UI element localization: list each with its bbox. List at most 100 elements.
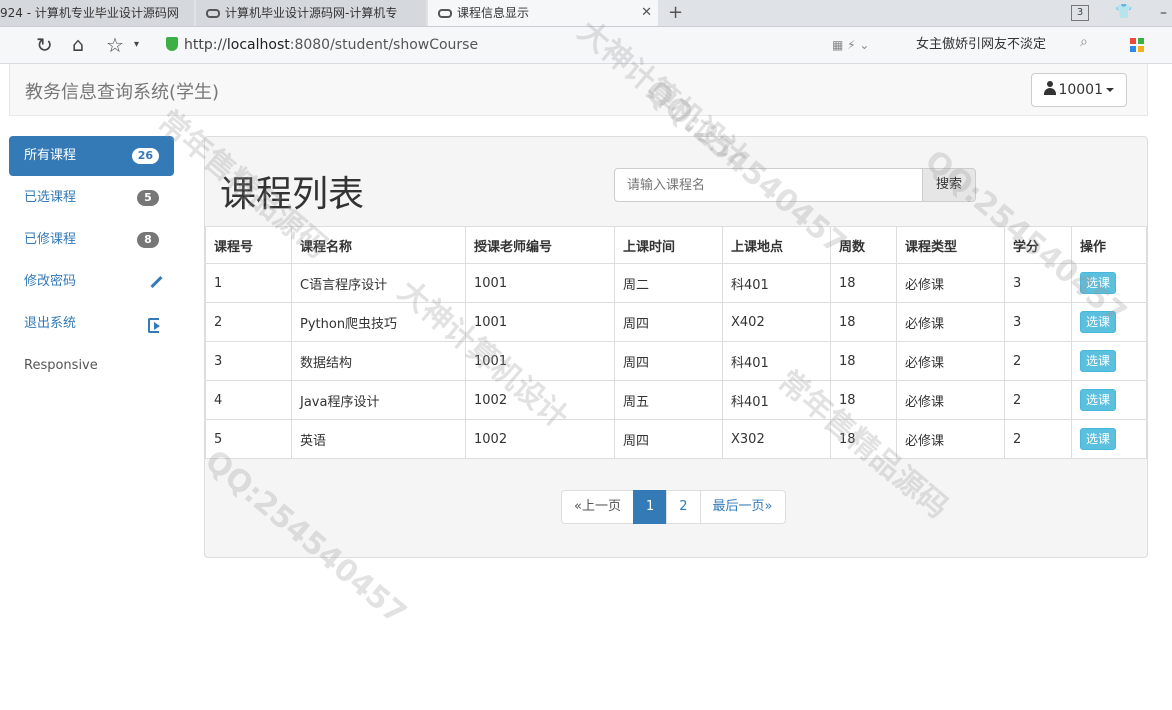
column-header: 课程号 (205, 226, 292, 264)
sidebar-item-completed-courses[interactable]: 已修课程 8 (9, 220, 174, 260)
cell: C语言程序设计 (291, 263, 466, 303)
sidebar-item-label: 修改密码 (24, 274, 77, 289)
qr-and-lightning-icons[interactable]: ▦ ⚡ ⌄ (832, 35, 869, 55)
cell: 4 (205, 380, 292, 420)
cell: X402 (722, 302, 831, 342)
search-icon[interactable]: ⌕ (1080, 34, 1088, 50)
select-course-button[interactable]: 选课 (1080, 389, 1117, 411)
new-tab-icon[interactable]: + (668, 0, 683, 26)
select-course-button[interactable]: 选课 (1080, 428, 1117, 450)
cell: 2 (1004, 419, 1072, 459)
cell: 2 (1004, 380, 1072, 420)
cell: X302 (722, 419, 831, 459)
page-link[interactable]: 2 (666, 490, 701, 524)
cell: 18 (830, 263, 897, 303)
table-row: 3 数据结构 1001 周四 科401 18 必修课 2 选课 (205, 341, 1147, 381)
table-row: 2 Python爬虫技巧 1001 周四 X402 18 必修课 3 选课 (205, 302, 1147, 342)
cell: 周四 (614, 341, 723, 381)
search-button[interactable]: 搜索 (922, 168, 976, 202)
sidebar-item-label: Responsive (24, 358, 98, 373)
cell: 数据结构 (291, 341, 466, 381)
browser-tab-strip: 924 - 计算机专业毕业设计源码网 计算机毕业设计源码网-计算机专 课程信息显… (0, 0, 1172, 27)
address-bar[interactable]: http://localhost:8080/student/showCourse (166, 35, 478, 55)
app-brand[interactable]: 教务信息查询系统(学生) (25, 78, 219, 104)
course-table: 课程号 课程名称 授课老师编号 上课时间 上课地点 周数 课程类型 学分 操作 … (205, 226, 1147, 459)
url-path: :8080/student/showCourse (289, 37, 479, 53)
cell: 18 (830, 419, 897, 459)
browser-tab[interactable]: 计算机毕业设计源码网-计算机专 (196, 0, 426, 26)
logout-icon (148, 318, 160, 333)
cell: 18 (830, 302, 897, 342)
cell: 3 (205, 341, 292, 381)
sidebar-item-label: 已选课程 (24, 190, 77, 205)
course-list-panel: 课程列表 搜索 课程号 课程名称 授课老师编号 上课时间 上课地点 周数 课程类… (204, 136, 1148, 558)
table-header-row: 课程号 课程名称 授课老师编号 上课时间 上课地点 周数 课程类型 学分 操作 (205, 226, 1147, 264)
cell: 1001 (465, 263, 615, 303)
column-header: 授课老师编号 (465, 226, 615, 264)
tab-label: 计算机毕业设计源码网-计算机专 (225, 6, 398, 20)
cell: 周二 (614, 263, 723, 303)
browser-search-field[interactable]: 女主傲娇引网友不淡定 (916, 35, 1046, 55)
user-menu-button[interactable]: 10001 (1031, 73, 1127, 107)
sidebar-item-all-courses[interactable]: 所有课程 26 (9, 136, 174, 176)
skin-icon[interactable]: 👕 (1115, 4, 1132, 20)
url-host: localhost (226, 37, 290, 53)
column-header: 周数 (830, 226, 897, 264)
app-navbar: 教务信息查询系统(学生) 10001 (9, 64, 1148, 116)
cell: 18 (830, 341, 897, 381)
tab-label: 924 - 计算机专业毕业设计源码网 (0, 6, 179, 20)
sidebar-item-selected-courses[interactable]: 已选课程 5 (9, 178, 174, 218)
page-icon (438, 9, 452, 18)
page-link-current[interactable]: 1 (632, 490, 668, 524)
url-protocol: http:// (184, 37, 227, 53)
favorite-star-icon[interactable]: ☆ (106, 27, 124, 63)
sidebar-item-logout[interactable]: 退出系统 (9, 304, 174, 344)
prev-page-link[interactable]: «上一页 (561, 490, 634, 524)
chevron-down-icon[interactable]: ▾ (134, 27, 139, 63)
column-header: 上课地点 (722, 226, 831, 264)
select-course-button[interactable]: 选课 (1080, 311, 1117, 333)
user-id: 10001 (1058, 82, 1103, 98)
cell: 英语 (291, 419, 466, 459)
select-course-button[interactable]: 选课 (1080, 350, 1117, 372)
column-header: 课程名称 (291, 226, 466, 264)
cell: 2 (1004, 341, 1072, 381)
reload-icon[interactable]: ↻ (36, 27, 53, 63)
cell: 必修课 (896, 341, 1005, 381)
cell: 选课 (1071, 341, 1147, 381)
pagination: «上一页 1 2 最后一页» (561, 490, 786, 524)
table-row: 1 C语言程序设计 1001 周二 科401 18 必修课 3 选课 (205, 263, 1147, 303)
sidebar-nav: 所有课程 26 已选课程 5 已修课程 8 修改密码 退出系统 Responsi… (9, 136, 174, 388)
cell: 1001 (465, 341, 615, 381)
cell: 1 (205, 263, 292, 303)
cell: 科401 (722, 263, 831, 303)
cell: 周四 (614, 419, 723, 459)
sidebar-item-label: 已修课程 (24, 232, 77, 247)
page-title: 课程列表 (220, 174, 365, 215)
tab-count-badge[interactable]: 3 (1071, 5, 1089, 21)
minimize-icon[interactable]: – (1160, 0, 1167, 26)
close-tab-icon[interactable]: ✕ (641, 0, 652, 26)
apps-grid-icon[interactable] (1130, 38, 1144, 52)
sidebar-item-label: 退出系统 (24, 316, 77, 331)
cell: Python爬虫技巧 (291, 302, 466, 342)
table-row: 5 英语 1002 周四 X302 18 必修课 2 选课 (205, 419, 1147, 459)
cell: 必修课 (896, 302, 1005, 342)
course-search-input[interactable] (614, 168, 923, 202)
cell: 周五 (614, 380, 723, 420)
last-page-link[interactable]: 最后一页» (699, 490, 786, 524)
cell: 1002 (465, 419, 615, 459)
column-header: 学分 (1004, 226, 1072, 264)
column-header: 上课时间 (614, 226, 723, 264)
sidebar-item-label: 所有课程 (24, 148, 77, 163)
cell: 选课 (1071, 380, 1147, 420)
sidebar-item-responsive[interactable]: Responsive (9, 346, 174, 386)
home-icon[interactable]: ⌂ (72, 27, 84, 63)
browser-tab-active[interactable]: 课程信息显示 ✕ (428, 0, 658, 26)
sidebar-item-change-password[interactable]: 修改密码 (9, 262, 174, 302)
cell: 3 (1004, 302, 1072, 342)
column-header: 课程类型 (896, 226, 1005, 264)
select-course-button[interactable]: 选课 (1080, 272, 1117, 294)
cell: 3 (1004, 263, 1072, 303)
browser-tab[interactable]: 924 - 计算机专业毕业设计源码网 (0, 0, 194, 26)
